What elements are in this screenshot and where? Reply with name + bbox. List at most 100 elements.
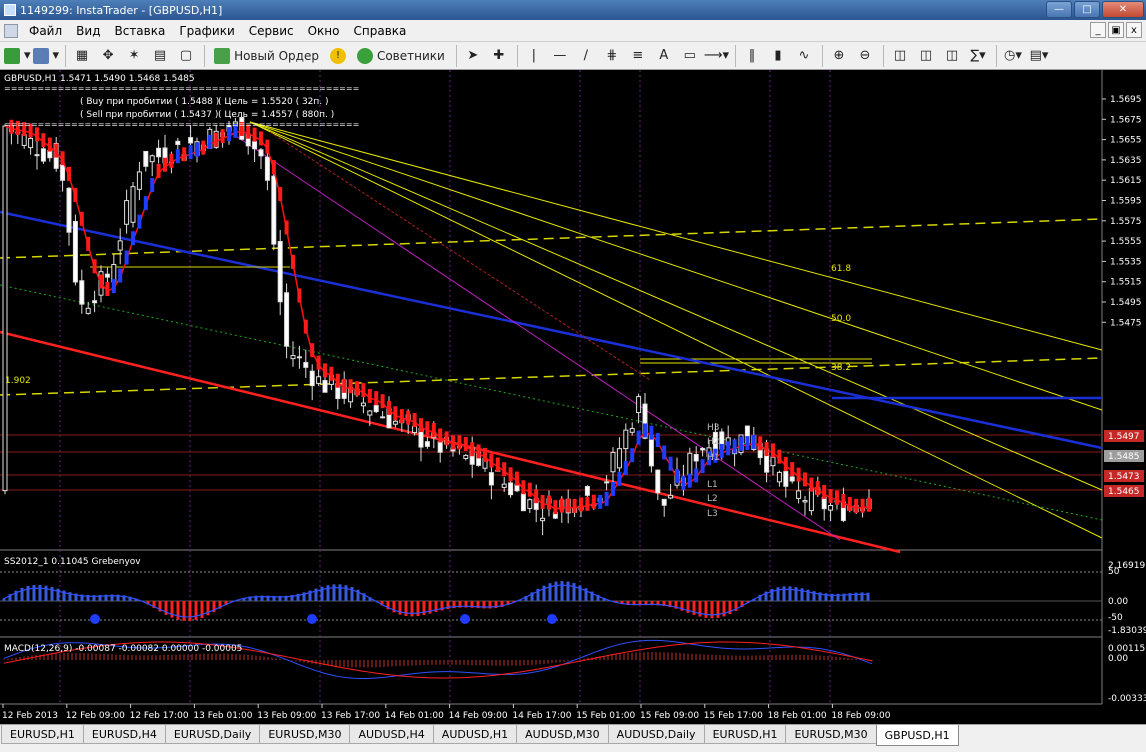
terminal-icon[interactable]: ▤ bbox=[148, 44, 172, 68]
pivot-h1-label: H1 bbox=[707, 453, 720, 463]
fan-line-2[interactable] bbox=[249, 121, 1103, 411]
zoom-out-icon[interactable]: ⊖ bbox=[853, 44, 877, 68]
line-chart-icon[interactable]: ∿ bbox=[792, 44, 816, 68]
chart-tabs: EURUSD,H1 EURUSD,H4 EURUSD,Daily EURUSD,… bbox=[0, 724, 1146, 752]
market-watch-icon[interactable]: ▦ bbox=[70, 44, 94, 68]
ribbon-bar bbox=[348, 379, 353, 394]
menu-charts[interactable]: Графики bbox=[172, 24, 241, 38]
ribbon-bar bbox=[329, 366, 334, 381]
profiles-icon[interactable]: ▾ bbox=[32, 44, 59, 68]
menu-tools[interactable]: Сервис bbox=[242, 24, 301, 38]
candle-body bbox=[540, 517, 546, 522]
data-window-icon[interactable]: ✥ bbox=[96, 44, 120, 68]
candlestick-icon[interactable]: ▮ bbox=[766, 44, 790, 68]
zoom-in-icon[interactable]: ⊕ bbox=[827, 44, 851, 68]
candle-body bbox=[783, 471, 789, 487]
tab-audusd-h1[interactable]: AUDUSD,H1 bbox=[432, 725, 518, 744]
chart-shift-icon[interactable]: ◫ bbox=[940, 44, 964, 68]
text-label-icon[interactable]: ▭ bbox=[678, 44, 702, 68]
equidistant-channel-icon[interactable]: ⋕ bbox=[600, 44, 624, 68]
time-axis-label: 18 Feb 09:00 bbox=[831, 711, 890, 721]
candle-body bbox=[463, 454, 469, 459]
pivot-l1-label: L1 bbox=[707, 480, 718, 490]
ribbon-bar bbox=[489, 453, 494, 468]
candle-body bbox=[655, 469, 661, 494]
menu-help[interactable]: Справка bbox=[347, 24, 414, 38]
chart-header: GBPUSD,H1 1.5471 1.5490 1.5468 1.5485 bbox=[4, 74, 195, 84]
tab-eurusd-h1[interactable]: EURUSD,H1 bbox=[1, 725, 84, 744]
fan-line-1[interactable] bbox=[249, 121, 1103, 351]
ribbon-bar bbox=[323, 363, 327, 378]
price-axis-label: 1.5635 bbox=[1110, 156, 1142, 166]
ribbon-bar bbox=[675, 469, 679, 484]
menu-window[interactable]: Окно bbox=[301, 24, 347, 38]
ribbon-bar bbox=[655, 433, 660, 448]
ribbon-bar bbox=[79, 211, 84, 226]
mdi-minimize-button[interactable]: _ bbox=[1090, 22, 1106, 38]
arrows-icon[interactable]: ⟶▾ bbox=[704, 44, 729, 68]
tab-audusd-daily[interactable]: AUDUSD,Daily bbox=[607, 725, 705, 744]
macd-axis-label: 0.00 bbox=[1108, 654, 1128, 664]
indicators-icon[interactable]: ∑▾ bbox=[966, 44, 990, 68]
trendline-icon[interactable]: ∕ bbox=[574, 44, 598, 68]
ribbon-bar bbox=[572, 498, 577, 513]
metaeditor-icon[interactable]: ! bbox=[326, 44, 350, 68]
minimize-button[interactable]: — bbox=[1046, 1, 1072, 18]
ribbon-bar bbox=[847, 496, 852, 511]
mdi-restore-button[interactable]: ▣ bbox=[1108, 22, 1124, 38]
templates-icon[interactable]: ▤▾ bbox=[1027, 44, 1051, 68]
candle-body bbox=[623, 429, 629, 450]
candle-body bbox=[392, 420, 398, 425]
ribbon-bar bbox=[483, 447, 487, 462]
ss2012-panel: 2.16919500.00-50-1.83039 bbox=[0, 561, 1146, 636]
tab-eurusd-daily[interactable]: EURUSD,Daily bbox=[164, 725, 261, 744]
dashed-channel-lower[interactable] bbox=[0, 357, 1103, 396]
chart-canvas[interactable]: 61.8 50.0 38.2 H3 H2 H1 L1 L2 L3 1.902 1… bbox=[0, 70, 1146, 724]
tab-audusd-m30[interactable]: AUDUSD,M30 bbox=[516, 725, 609, 744]
candle-body bbox=[789, 476, 795, 482]
vertical-line-icon[interactable]: | bbox=[522, 44, 546, 68]
ribbon-bar bbox=[444, 431, 449, 446]
menu-insert[interactable]: Вставка bbox=[107, 24, 172, 38]
tab-eurusd-m30[interactable]: EURUSD,M30 bbox=[259, 725, 351, 744]
ribbon-bar bbox=[399, 409, 404, 424]
menu-view[interactable]: Вид bbox=[69, 24, 107, 38]
ribbon-bar bbox=[131, 231, 135, 246]
close-button[interactable]: ✕ bbox=[1102, 1, 1144, 18]
ribbon-bar bbox=[265, 139, 270, 154]
tab-gbpusd-h1[interactable]: GBPUSD,H1 bbox=[875, 725, 959, 746]
autoscroll-icon[interactable]: ◫ bbox=[914, 44, 938, 68]
time-axis-label: 14 Feb 17:00 bbox=[512, 711, 571, 721]
menu-file[interactable]: Файл bbox=[22, 24, 69, 38]
cursor-icon[interactable]: ➤ bbox=[461, 44, 485, 68]
fibonacci-icon[interactable]: ≡ bbox=[626, 44, 650, 68]
tab-eurusd-h1-2[interactable]: EURUSD,H1 bbox=[703, 725, 787, 744]
maximize-button[interactable]: □ bbox=[1074, 1, 1100, 18]
tab-eurusd-h4[interactable]: EURUSD,H4 bbox=[82, 725, 166, 744]
ribbon-bar bbox=[771, 443, 775, 458]
navigator-icon[interactable]: ✶ bbox=[122, 44, 146, 68]
tile-windows-icon[interactable]: ◫ bbox=[888, 44, 912, 68]
ribbon-bar bbox=[380, 394, 385, 409]
strategy-tester-icon[interactable]: ▢ bbox=[174, 44, 198, 68]
ribbon-bar bbox=[681, 475, 686, 490]
mdi-close-button[interactable]: x bbox=[1126, 22, 1142, 38]
ribbon-bar bbox=[451, 435, 455, 450]
text-icon[interactable]: A bbox=[652, 44, 676, 68]
ribbon-bar bbox=[259, 131, 263, 146]
horizontal-line-icon[interactable]: — bbox=[548, 44, 572, 68]
ribbon-bar bbox=[99, 274, 103, 289]
new-order-button[interactable]: Новый Ордер bbox=[209, 44, 324, 68]
periods-icon[interactable]: ◷▾ bbox=[1001, 44, 1025, 68]
advisors-button[interactable]: Советники bbox=[352, 44, 450, 68]
crosshair-icon[interactable]: ✚ bbox=[487, 44, 511, 68]
blue-trendline[interactable] bbox=[0, 210, 1103, 450]
candle-body bbox=[85, 307, 91, 314]
price-axis-label: 1.5515 bbox=[1110, 278, 1142, 288]
tab-audusd-h4[interactable]: AUDUSD,H4 bbox=[349, 725, 434, 744]
bar-chart-icon[interactable]: ‖ bbox=[740, 44, 764, 68]
tab-eurusd-m30-2[interactable]: EURUSD,M30 bbox=[785, 725, 877, 744]
chart-area[interactable]: 61.8 50.0 38.2 H3 H2 H1 L1 L2 L3 1.902 1… bbox=[0, 70, 1146, 724]
new-chart-icon[interactable]: ▾ bbox=[4, 44, 31, 68]
time-axis-label: 12 Feb 17:00 bbox=[130, 711, 189, 721]
